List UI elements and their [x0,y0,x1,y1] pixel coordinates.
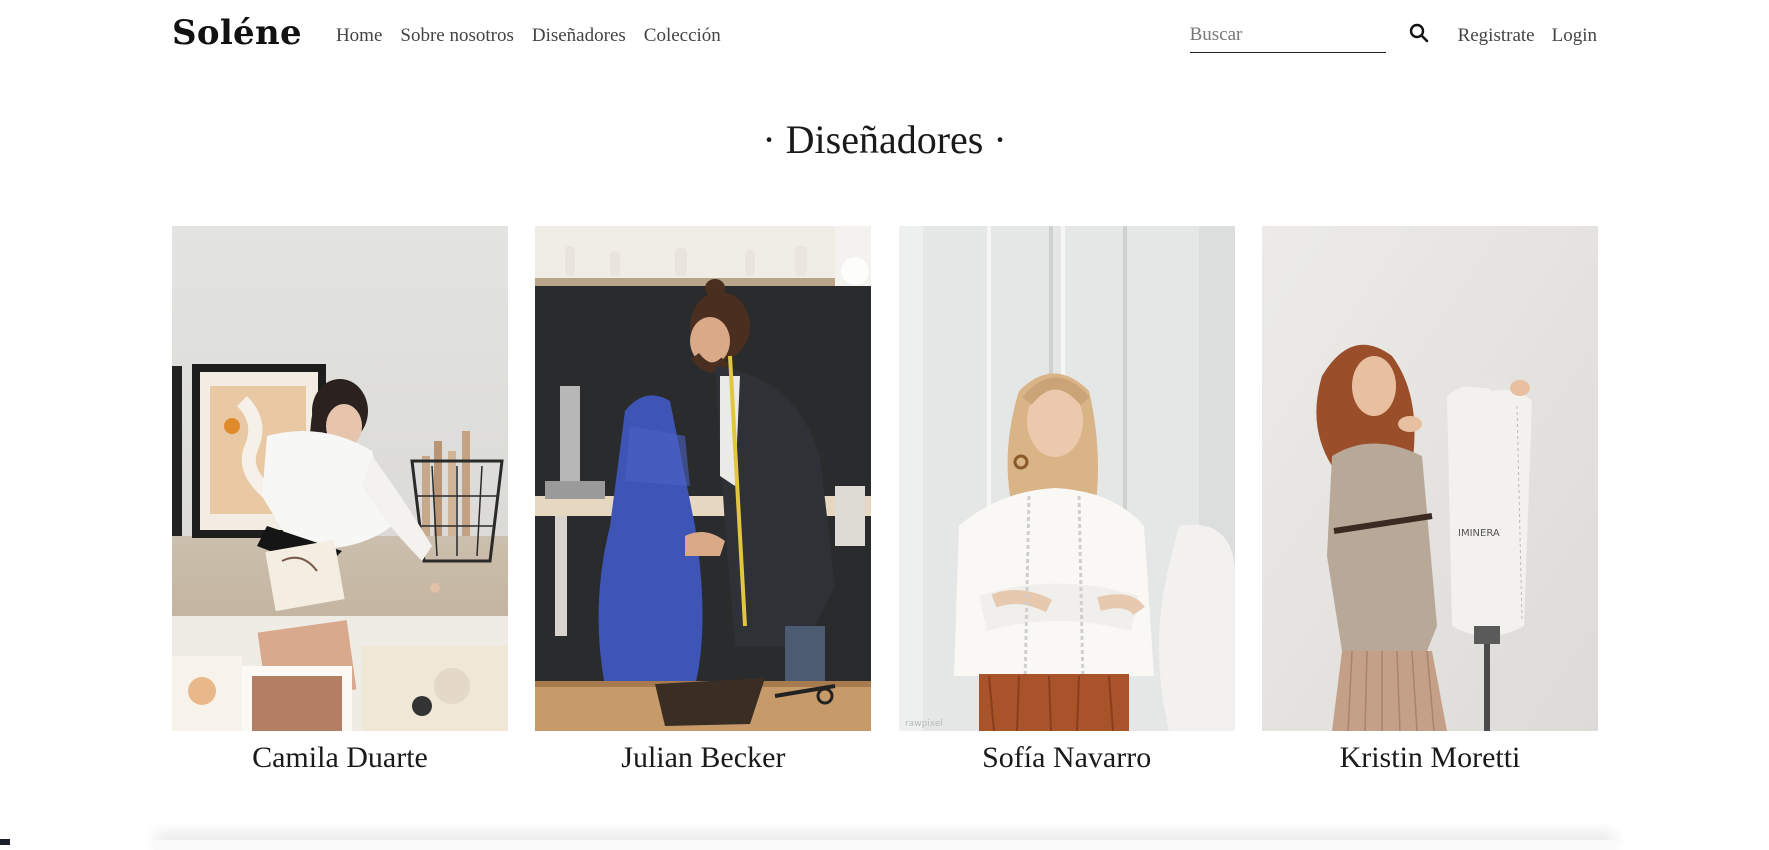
designer-name: Camila Duarte [252,741,428,775]
designer-name: Sofía Navarro [982,741,1151,775]
nav-link-about[interactable]: Sobre nosotros [400,25,513,47]
nav-link-designers[interactable]: Diseñadores [532,25,626,47]
navbar: Soléne Home Sobre nosotros Diseñadores C… [172,0,1597,66]
nav-link-home[interactable]: Home [336,25,382,47]
window-corner [0,839,10,845]
search-input[interactable] [1190,17,1386,52]
designer-name: Kristin Moretti [1340,741,1521,775]
mannequin-brand-watermark: IMINERA [1458,528,1500,539]
designer-name: Julian Becker [621,741,785,775]
brand-logo[interactable]: Soléne [172,13,302,53]
auth-links: Registrate Login [1458,19,1597,47]
designers-grid: Camila Duarte [172,226,1598,775]
designer-photo: rawpixel [899,226,1235,731]
designer-card[interactable]: rawpixel Sofía Navarro [899,226,1235,775]
main-nav: Home Sobre nosotros Diseñadores Colecció… [336,19,721,47]
page-title: · Diseñadores · [0,116,1769,163]
login-link[interactable]: Login [1552,25,1597,47]
designer-photo [535,226,871,731]
footer-edge [155,840,1615,850]
search-icon [1409,23,1429,43]
photo-credit-watermark: rawpixel [905,719,943,729]
designer-photo [172,226,508,731]
designer-photo: IMINERA [1262,226,1598,731]
designer-card[interactable]: Camila Duarte [172,226,508,775]
designer-card[interactable]: Julian Becker [535,226,871,775]
nav-link-collection[interactable]: Colección [644,25,721,47]
search-button[interactable] [1406,20,1432,46]
nav-right: Registrate Login [1190,13,1597,53]
register-link[interactable]: Registrate [1458,25,1535,47]
designer-card[interactable]: IMINERA Kristin Moretti [1262,226,1598,775]
search-field [1190,17,1386,53]
